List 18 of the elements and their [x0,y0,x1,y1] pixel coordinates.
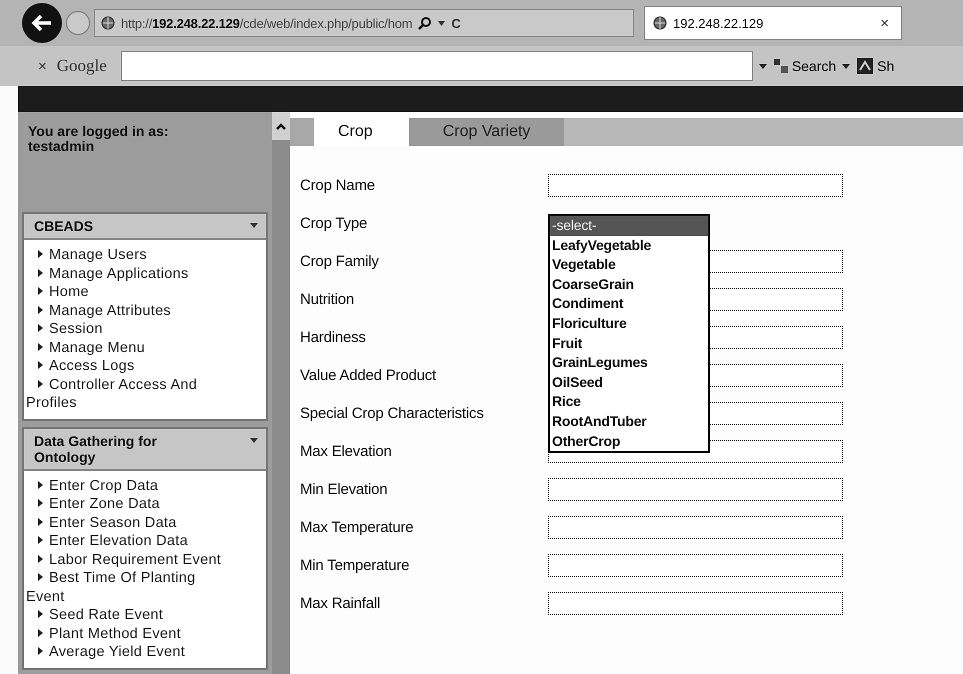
field-label: Crop Family [300,252,380,270]
url-text: http://192.248.22.129/cde/web/index.php/public/hom [121,16,412,30]
field-label: Crop Name [300,176,376,194]
field-label: Min Temperature [300,556,410,574]
field-label: Special Crop Characteristics [300,404,485,422]
tab-title: 192.248.22.129 [673,16,764,30]
field-label: Crop Type [300,214,368,232]
field-label: Max Elevation [300,442,393,460]
field-label: Hardiness [300,328,367,346]
field-label: Max Temperature [300,518,414,536]
field-label: Min Elevation [300,480,388,498]
panel-title: CBEADS [34,218,94,234]
toolbar-brand: Google [56,56,107,76]
field-label: Value Added Product [300,366,438,384]
field-label: Max Rainfall [300,594,382,612]
login-info: You are logged in as: testadmin [27,122,170,156]
field-label: Nutrition [300,290,356,308]
panel-title: Data Gathering for Ontology [34,432,158,464]
